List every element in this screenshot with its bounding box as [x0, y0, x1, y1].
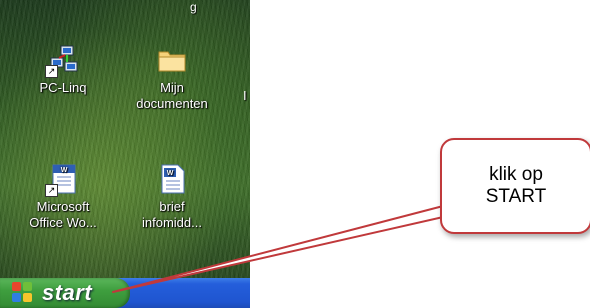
callout-text: klik op START: [485, 164, 547, 207]
callout-bubble: klik op START: [440, 138, 590, 234]
